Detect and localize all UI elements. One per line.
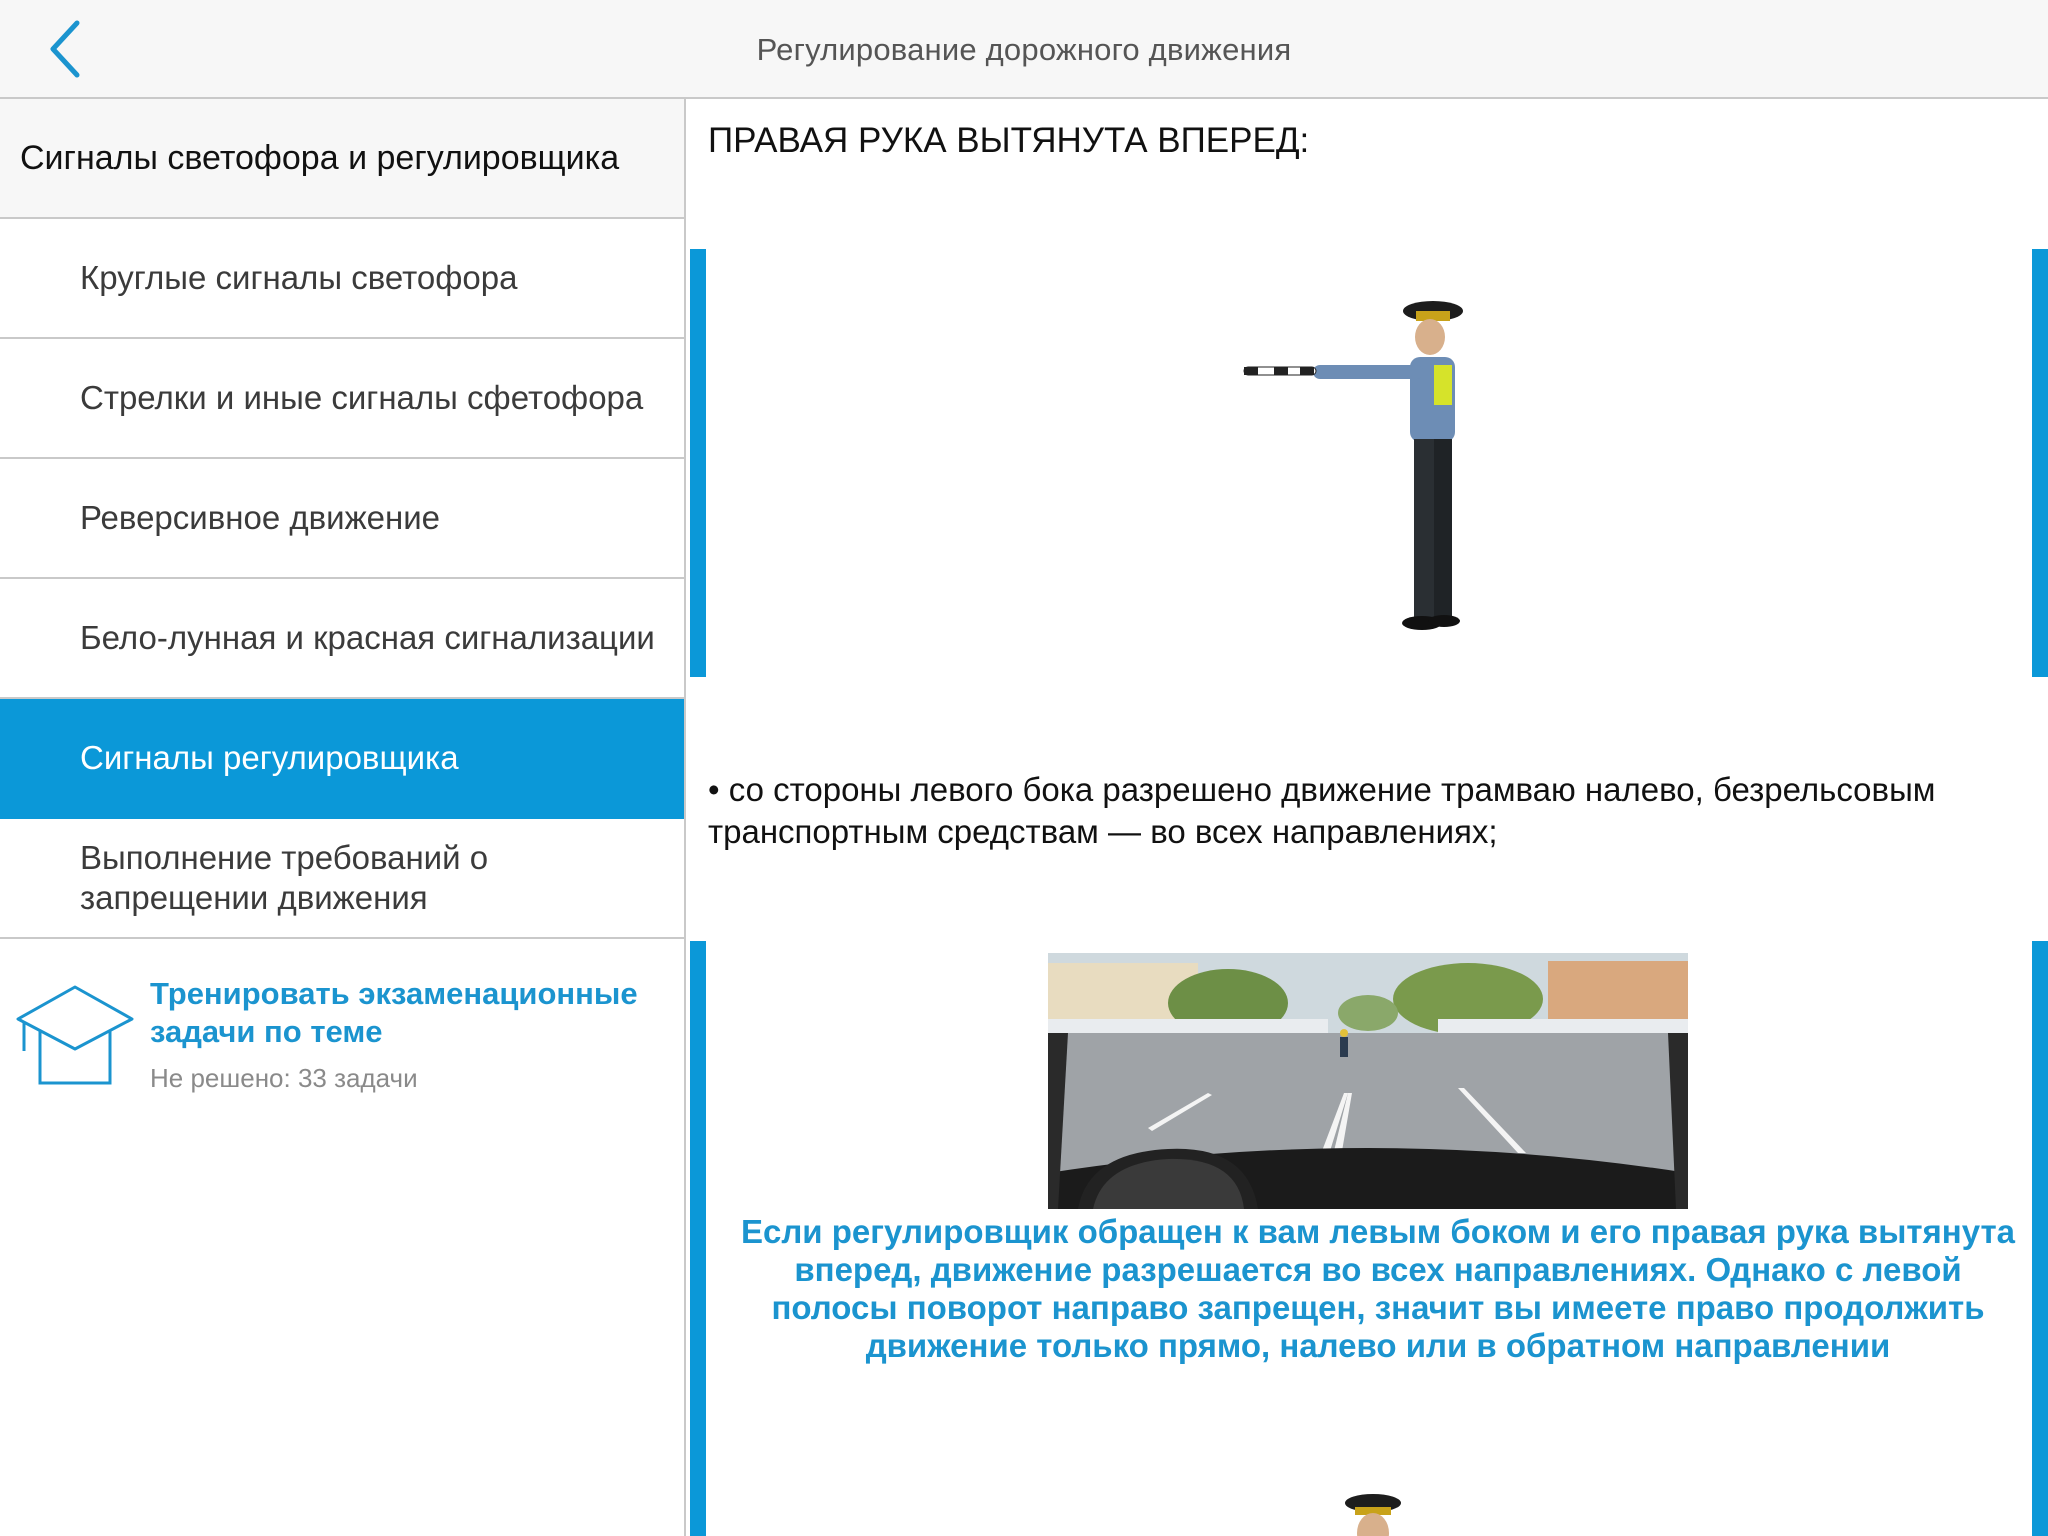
page-title: Регулирование дорожного движения	[756, 32, 1292, 67]
traffic-officer-partial-figure	[1345, 1494, 1401, 1536]
rule-bullet-text: • со стороны левого бока разрешено движе…	[708, 771, 1936, 850]
traffic-officer-side-figure	[1243, 301, 1463, 630]
panel-right-accent	[2032, 941, 2048, 1536]
train-status: Не решено: 33 задачи	[150, 1063, 418, 1093]
top-bar: Регулирование дорожного движения	[0, 0, 2048, 99]
road-intersection-photo	[1048, 953, 1688, 1209]
sidebar-item-reverse[interactable]: Реверсивное движение	[0, 459, 684, 579]
main-content: ПРАВАЯ РУКА ВЫТЯНУТА ВПЕРЕД: • со сторон…	[688, 101, 2048, 1536]
panel-right-accent	[2032, 249, 2048, 677]
train-title: Тренировать экзаменационные задачи по те…	[150, 976, 638, 1049]
sidebar-item-prohibition[interactable]: Выполнение требований о запрещении движе…	[0, 819, 684, 939]
train-exam-tasks-link[interactable]: Тренировать экзаменационные задачи по те…	[0, 939, 684, 1094]
illustration-panel-1	[688, 249, 2048, 677]
sidebar-item-traffic-controller[interactable]: Сигналы регулировщика	[0, 699, 684, 819]
photo-caption: Если регулировщик обращен к вам левым бо…	[740, 1213, 2015, 1364]
sidebar-item-round-signals[interactable]: Круглые сигналы светофора	[0, 219, 684, 339]
sidebar-item-white-lunar[interactable]: Бело-лунная и красная сигнализации	[0, 579, 684, 699]
illustration-panel-2: Если регулировщик обращен к вам левым бо…	[688, 941, 2048, 1536]
sidebar-section-title: Сигналы светофора и регулировщика	[0, 99, 684, 219]
graduation-cap-icon	[16, 985, 134, 1085]
sidebar: Сигналы светофора и регулировщика Круглы…	[0, 99, 686, 1536]
panel-left-accent	[690, 249, 706, 677]
panel-left-accent	[690, 941, 706, 1536]
section-heading: ПРАВАЯ РУКА ВЫТЯНУТА ВПЕРЕД:	[708, 121, 1310, 160]
sidebar-item-arrows[interactable]: Стрелки и иные сигналы сфетофора	[0, 339, 684, 459]
